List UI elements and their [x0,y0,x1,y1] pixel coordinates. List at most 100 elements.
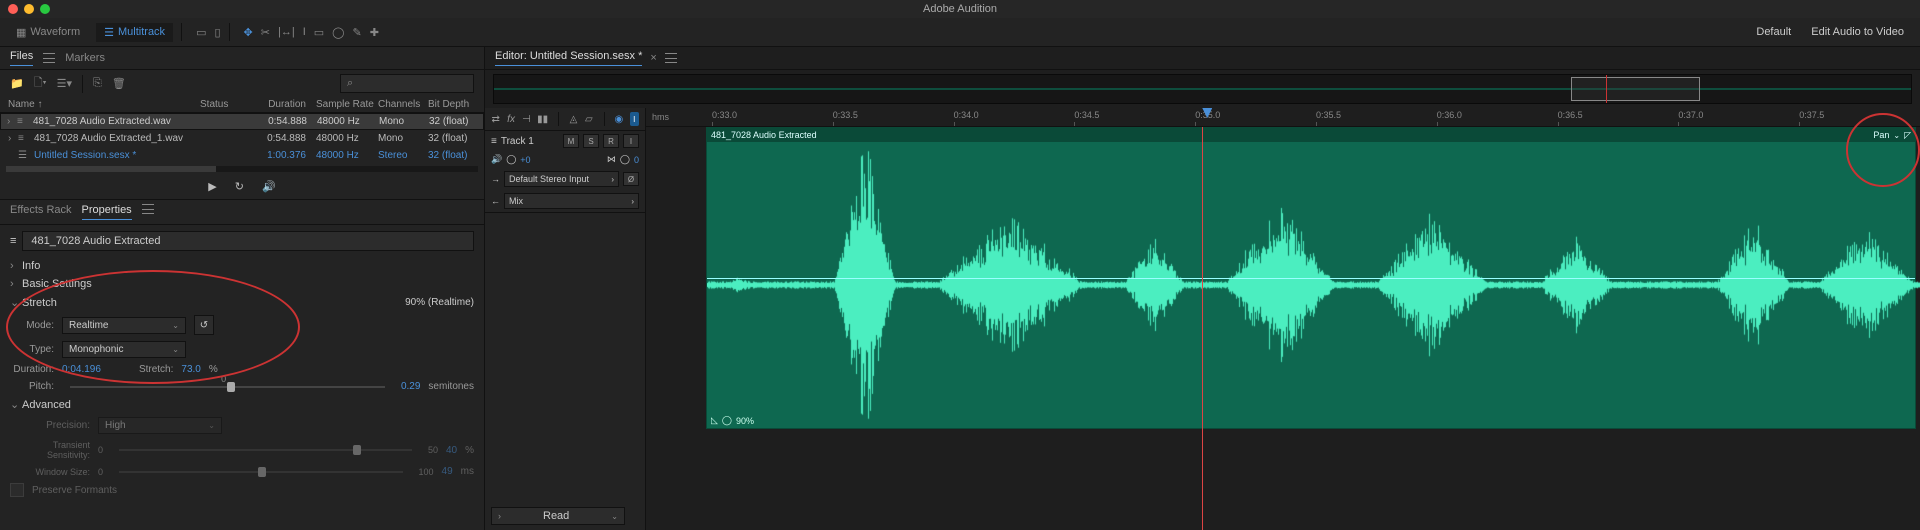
send-icon[interactable]: ⊣ [522,112,531,126]
overview-bar[interactable] [493,74,1912,104]
metronome-icon[interactable]: ◉ [614,112,623,126]
panel-menu-icon[interactable] [665,53,677,63]
track-handle-icon[interactable]: ≡ [491,136,497,147]
time-select-tool[interactable]: I [303,26,306,39]
close-tab-icon[interactable]: × [650,52,656,64]
clip-lane[interactable]: 481_7028 Audio Extracted Pan ⌄ ◸ ◺ ◯ [646,127,1920,530]
tab-effects-rack[interactable]: Effects Rack [10,204,72,220]
precision-select: High⌄ [98,417,222,434]
playhead[interactable] [1202,127,1203,530]
section-advanced[interactable]: ⌄ Advanced [0,395,484,414]
razor-tool[interactable]: ✂ [261,26,270,39]
solo-button[interactable]: S [583,134,599,148]
heal-tool[interactable]: ✚ [370,26,379,39]
expand-icon[interactable]: › [8,133,18,144]
overview-viewport[interactable] [1571,77,1701,101]
automation-mode-select[interactable]: › Read⌄ [491,507,625,525]
snap-icon[interactable]: ◬ [569,112,578,126]
play-icon[interactable]: ▶ [208,180,216,193]
pitch-value[interactable]: 0.29 [401,381,420,392]
chevron-right-icon: › [498,511,501,521]
col-duration[interactable]: Duration [248,99,316,110]
new-multitrack-icon[interactable]: ☰▾ [57,77,72,90]
clip-fade-in-icon[interactable]: ◺ [711,415,718,426]
stretch-value[interactable]: 73.0 [181,364,200,375]
maximize-window[interactable] [40,4,50,14]
clip-fade-icon[interactable]: ◸ [1904,130,1911,141]
pan-label[interactable]: Pan [1873,130,1889,140]
group-icon[interactable]: ▱ [584,112,593,126]
workspace-edit-av[interactable]: Edit Audio to Video [1811,26,1904,38]
chevron-right-icon: › [10,260,22,272]
track-1-header[interactable]: ≡ Track 1 M S R I 🔊 ◯ +0 ⋈ ◯ [485,131,645,213]
input-monitor-icon[interactable]: I [630,112,639,126]
tab-markers[interactable]: Markers [65,52,105,64]
col-status[interactable]: Status [200,99,248,110]
autoplay-icon[interactable]: 🔊 [262,180,276,193]
ruler-units[interactable]: hms [646,108,712,126]
col-name[interactable]: Name ↑ [8,99,200,110]
new-file-icon[interactable]: 🗋▾ [34,74,47,93]
input-phase-icon[interactable]: Ø [623,172,639,186]
monitor-button[interactable]: I [623,134,639,148]
duration-value[interactable]: 0:04.196 [62,364,101,375]
transient-slider [119,449,412,451]
files-search[interactable]: ⌕ [340,74,474,93]
mute-button[interactable]: M [563,134,579,148]
file-row[interactable]: › ≡ 481_7028 Audio Extracted_1.wav 0:54.… [0,130,484,147]
file-row[interactable]: › ≡ 481_7028 Audio Extracted.wav 0:54.88… [0,113,484,130]
col-bitdepth[interactable]: Bit Depth [428,99,476,110]
tab-properties[interactable]: Properties [82,204,132,220]
track-name[interactable]: Track 1 [501,136,534,147]
file-row[interactable]: ☰ Untitled Session.sesx * 1:00.376 48000… [0,147,484,164]
expand-icon[interactable]: › [7,116,17,127]
mode-select[interactable]: Realtime⌄ [62,317,186,334]
chevron-down-icon[interactable]: ⌄ [1893,131,1900,140]
insert-icon[interactable]: ⎘ [93,77,102,90]
tool-2[interactable]: ▯ [214,26,220,39]
clip-name-field[interactable]: 481_7028 Audio Extracted [22,231,474,251]
workspace-default[interactable]: Default [1756,26,1791,38]
close-window[interactable] [8,4,18,14]
loop-icon[interactable]: ↻ [235,180,244,193]
open-icon[interactable]: 📁 [10,77,24,90]
reset-mode-icon[interactable]: ↺ [194,315,214,335]
files-scrollbar[interactable] [6,166,478,172]
section-info[interactable]: › Info [0,257,484,275]
delete-icon[interactable]: 🗑 [112,77,126,90]
waveform-mode-button[interactable]: ▦ Waveform [8,23,88,42]
toggle-1[interactable]: ⇄ [491,112,500,126]
tab-files[interactable]: Files [10,50,33,66]
type-select[interactable]: Monophonic⌄ [62,341,186,358]
volume-icon: 🔊 [491,154,502,165]
input-select[interactable]: Default Stereo Input› [504,171,619,187]
panel-menu-icon[interactable] [43,53,55,63]
clip-gain-icon[interactable]: ◯ [722,415,732,426]
output-select[interactable]: Mix› [504,193,639,209]
eq-icon[interactable]: ▮▮ [537,112,548,126]
clip-zoom: 90% [736,416,754,426]
brush-tool[interactable]: ✎ [352,26,361,39]
fx-icon[interactable]: fx [506,112,515,126]
editor-tab[interactable]: Editor: Untitled Session.sesx * [495,50,642,66]
lasso-tool[interactable]: ◯ [332,26,344,39]
output-arrow-icon: ← [491,196,500,206]
volume-knob[interactable]: ◯ [506,154,516,165]
panel-menu-icon[interactable] [142,204,154,214]
multitrack-mode-button[interactable]: ☰ Multitrack [96,23,173,42]
section-basic[interactable]: › Basic Settings [0,275,484,293]
marquee-tool[interactable]: ▭ [314,26,324,39]
minimize-window[interactable] [24,4,34,14]
move-tool[interactable]: ✥ [244,26,253,39]
tool-1[interactable]: ▭ [196,26,206,39]
col-channels[interactable]: Channels [378,99,428,110]
section-stretch[interactable]: ⌄ Stretch 90% (Realtime) [0,293,484,312]
record-button[interactable]: R [603,134,619,148]
audio-clip[interactable]: 481_7028 Audio Extracted Pan ⌄ ◸ ◺ ◯ [706,127,1916,429]
pan-knob[interactable]: ◯ [620,154,630,165]
pitch-slider[interactable]: 0 [70,386,385,388]
chevron-down-icon: ⌄ [10,296,22,309]
slip-tool[interactable]: |↔| [278,26,295,39]
time-ruler[interactable]: hms 0:33.00:33.50:34.00:34.50:35.00:35.5… [646,108,1920,127]
col-rate[interactable]: Sample Rate [316,99,378,110]
